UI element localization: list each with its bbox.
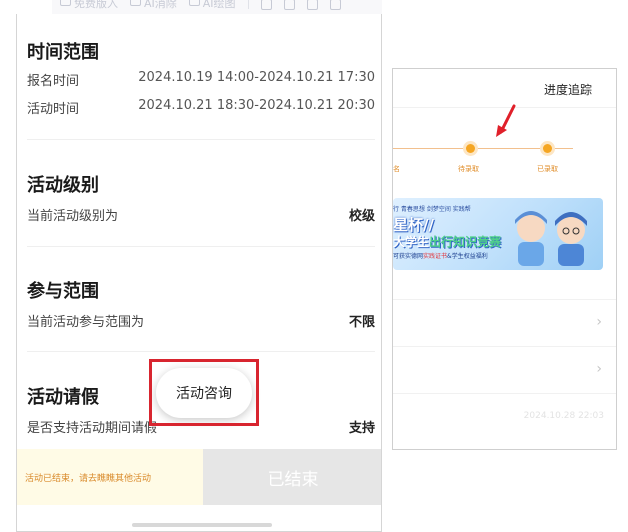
activity-leave-title: 活动请假 <box>27 387 99 408</box>
divider <box>393 346 616 347</box>
banner-headline: 星杯// <box>393 216 434 234</box>
record-timestamp: 2024.10.28 22:03 <box>523 411 604 421</box>
divider <box>27 246 375 247</box>
activity-detail-screen: 时间范围 报名时间 2024.10.19 14:00-2024.10.21 17… <box>16 14 382 532</box>
progress-step-label: 已录取 <box>537 165 558 173</box>
progress-step-dot <box>543 144 552 153</box>
activity-level-value: 校级 <box>348 209 375 224</box>
progress-step-label: 名 <box>393 165 400 173</box>
activity-level-title: 活动级别 <box>27 175 99 196</box>
divider <box>393 393 616 394</box>
banner-subheadline: 大学生出行知识竞赛 <box>393 235 502 249</box>
time-range-title: 时间范围 <box>27 42 99 63</box>
activity-time-label: 活动时间 <box>27 102 80 117</box>
toolbar-item-free[interactable]: 免费版入 <box>60 0 118 11</box>
image-icon <box>60 0 71 6</box>
eraser-icon <box>130 0 141 6</box>
home-indicator <box>132 523 272 527</box>
annotation-arrow-icon <box>496 104 516 137</box>
participation-scope-title: 参与范围 <box>27 281 99 302</box>
divider <box>27 351 375 352</box>
export-icon[interactable] <box>306 0 318 10</box>
progress-step-label: 待录取 <box>458 165 479 173</box>
toolbar-item-ai-draw[interactable]: AI绘图 <box>188 0 236 11</box>
toolbar-divider <box>247 0 249 9</box>
signup-time-label: 报名时间 <box>27 74 80 89</box>
top-toolbar: 免费版入 AI消除 AI绘图 <box>52 0 382 14</box>
activity-leave-value: 支持 <box>348 421 375 436</box>
mascot-illustration <box>515 211 587 266</box>
chevron-right-icon[interactable]: › <box>596 314 602 330</box>
divider <box>27 139 375 140</box>
bookmark-icon[interactable] <box>283 0 295 10</box>
signup-time-value: 2024.10.19 14:00-2024.10.21 17:30 <box>138 70 375 85</box>
picture-icon[interactable] <box>260 0 272 10</box>
ended-button[interactable]: 已结束 <box>203 449 381 505</box>
promo-banner[interactable]: 行 青春思想 剑梦空间 实践帮 星杯// 大学生出行知识竞赛 可获实德网实践证书… <box>393 198 603 270</box>
banner-benefit-text: 可获实德网实践证书&学生权益福利 <box>393 253 488 260</box>
activity-leave-label: 是否支持活动期间请假 <box>27 421 158 436</box>
banner-sponsor-text: 行 青春思想 剑梦空间 实践帮 <box>393 206 471 213</box>
chevron-right-icon[interactable]: › <box>596 361 602 377</box>
participation-scope-value: 不限 <box>348 315 375 330</box>
activity-level-label: 当前活动级别为 <box>27 209 119 224</box>
settings-icon[interactable] <box>329 0 341 10</box>
progress-step-dot <box>466 144 475 153</box>
activity-time-value: 2024.10.21 18:30-2024.10.21 20:30 <box>138 98 375 113</box>
toolbar-item-ai-erase[interactable]: AI消除 <box>130 0 177 11</box>
divider <box>393 299 616 300</box>
activity-ended-notice: 活动已结束，请去瞧瞧其他活动 <box>17 449 203 505</box>
brush-icon <box>188 0 200 6</box>
highlight-box <box>149 359 259 426</box>
progress-tracking-title: 进度追踪 <box>543 83 592 97</box>
bottom-action-bar: 活动已结束，请去瞧瞧其他活动 已结束 <box>17 449 381 505</box>
participation-scope-label: 当前活动参与范围为 <box>27 315 145 330</box>
